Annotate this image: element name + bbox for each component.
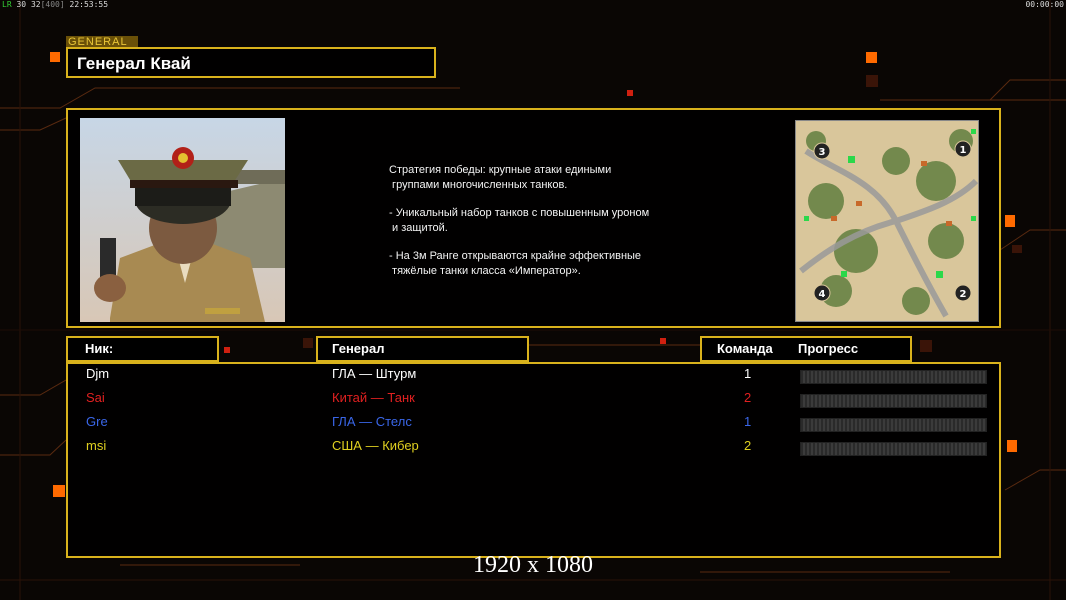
player-row: msi США — Кибер 2 bbox=[68, 438, 999, 462]
player-team: 2 bbox=[744, 438, 752, 453]
load-progress-bar bbox=[800, 370, 987, 384]
spawn-label-1: 1 bbox=[960, 145, 967, 156]
column-general-label: Генерал bbox=[332, 341, 385, 356]
player-team: 2 bbox=[744, 390, 752, 405]
player-list: Djm ГЛА — Штурм 1 Sai Китай — Танк 2 Gre… bbox=[66, 362, 1001, 558]
player-row: Sai Китай — Танк 2 bbox=[68, 390, 999, 414]
strategy-line-2: - Уникальный набор танков с повышенным у… bbox=[389, 207, 650, 234]
player-nick: msi bbox=[86, 438, 107, 453]
player-general: США — Кибер bbox=[332, 438, 419, 453]
general-title-box: Генерал Квай bbox=[66, 47, 436, 78]
player-team: 1 bbox=[744, 414, 752, 429]
player-nick: Gre bbox=[86, 414, 108, 429]
general-portrait bbox=[80, 118, 285, 322]
minimap: 1 2 3 4 bbox=[795, 120, 979, 322]
player-nick: Djm bbox=[86, 366, 110, 381]
fps-max: [400] bbox=[40, 0, 65, 9]
column-header-general: Генерал bbox=[316, 336, 529, 362]
player-row: Djm ГЛА — Штурм 1 bbox=[68, 366, 999, 390]
spawn-label-4: 4 bbox=[819, 289, 826, 300]
strategy-line-3: - На 3м Ранге открываются крайне эффекти… bbox=[389, 250, 642, 277]
clock: 22:53:55 bbox=[69, 0, 109, 9]
load-progress-bar bbox=[800, 442, 987, 456]
column-nick-label: Ник: bbox=[85, 341, 114, 356]
load-progress-bar bbox=[800, 418, 987, 432]
column-header-nick: Ник: bbox=[66, 336, 219, 362]
column-header-team-progress: Команда Прогресс bbox=[700, 336, 912, 362]
hud-fps: LR 30 32[400] 22:53:55 bbox=[2, 0, 108, 9]
general-name: Генерал Квай bbox=[77, 54, 191, 73]
fps-value-2: 32 bbox=[30, 0, 41, 9]
player-team: 1 bbox=[744, 366, 752, 381]
player-general: ГЛА — Стелс bbox=[332, 414, 412, 429]
load-progress-bar bbox=[800, 394, 987, 408]
general-info-panel: Стратегия победы: крупные атаки едиными … bbox=[66, 108, 1001, 328]
player-general: Китай — Танк bbox=[332, 390, 415, 405]
player-row: Gre ГЛА — Стелс 1 bbox=[68, 414, 999, 438]
fps-label: LR bbox=[2, 0, 12, 9]
strategy-line-1: Стратегия победы: крупные атаки едиными … bbox=[389, 164, 612, 191]
spawn-label-3: 3 bbox=[819, 147, 826, 158]
resolution-caption: 1920 x 1080 bbox=[473, 552, 593, 578]
column-progress-label: Прогресс bbox=[798, 341, 859, 356]
fps-value: 30 bbox=[16, 0, 27, 9]
player-general: ГЛА — Штурм bbox=[332, 366, 417, 381]
player-nick: Sai bbox=[86, 390, 105, 405]
strategy-description: Стратегия победы: крупные атаки едиными … bbox=[389, 163, 649, 292]
spawn-label-2: 2 bbox=[960, 289, 967, 300]
match-timer: 00:00:00 bbox=[1025, 0, 1064, 9]
column-team-label: Команда bbox=[717, 341, 773, 356]
